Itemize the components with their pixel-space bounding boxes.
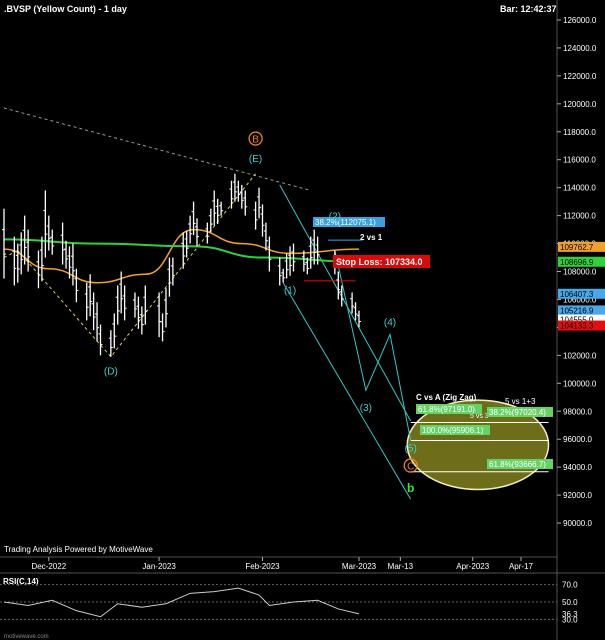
chart-title: .BVSP (Yellow Count) - 1 day [4, 4, 127, 14]
y-tick-label: 120000.0 [563, 100, 597, 109]
x-tick-label: Apr-2023 [456, 562, 489, 571]
credit-text: Trading Analysis Powered by MotiveWave [4, 545, 153, 554]
y-tick-label: 112000.0 [563, 212, 596, 221]
price-tag-label: 105216.9 [560, 306, 594, 315]
rsi-level-label: 50.0 [562, 598, 578, 607]
y-tick-label: 114000.0 [563, 184, 596, 193]
wave-label: C [407, 462, 414, 473]
fib-382b-tag: 38.2%(97020.4) [489, 408, 546, 417]
fib-618a-tag: 61.8%(97191.0) [418, 405, 475, 414]
y-tick-label: 118000.0 [563, 128, 596, 137]
fib-100-tag: 100.0%(95906.1) [422, 426, 484, 435]
y-tick-label: 98000.0 [563, 407, 592, 416]
fib-382-tag: 38.2%(112075.1) [315, 218, 376, 227]
trading-chart[interactable]: .BVSP (Yellow Count) - 1 day Bar: 12:42:… [0, 0, 605, 640]
wave-label: (5) [405, 443, 417, 454]
y-tick-label: 102000.0 [563, 351, 597, 360]
x-tick-label: Feb-2023 [245, 562, 280, 571]
x-tick-label: Dec-2022 [31, 562, 66, 571]
rsi-level-label: 30.0 [562, 615, 578, 624]
x-tick-label: Mar-2023 [342, 562, 377, 571]
wave-label: (D) [104, 367, 118, 378]
price-tag-label: 104133.3 [560, 322, 594, 331]
site-watermark: motivewave.com [4, 634, 49, 640]
five-vs-13-label: 5 vs 1+3 [505, 397, 536, 406]
y-tick-label: 108000.0 [563, 268, 597, 277]
x-tick-label: Apr-17 [509, 562, 534, 571]
chart-background [0, 0, 605, 640]
rsi-level-label: 70.0 [562, 581, 578, 590]
y-tick-label: 100000.0 [563, 379, 597, 388]
wave-label: (1) [284, 285, 296, 296]
y-tick-label: 116000.0 [563, 156, 596, 165]
wave-label: b [407, 481, 414, 495]
two-vs-one-label: 2 vs 1 [360, 233, 383, 242]
x-tick-label: Mar-13 [388, 562, 414, 571]
y-tick-label: 90000.0 [563, 519, 592, 528]
y-tick-label: 126000.0 [563, 16, 597, 25]
x-tick-label: Jan-2023 [142, 562, 176, 571]
wave-label: B [252, 135, 259, 146]
fib-618c-tag: 61.8%(93666.7) [489, 460, 546, 469]
price-tag-label: 108696.9 [560, 258, 594, 267]
y-tick-label: 94000.0 [563, 463, 592, 472]
wave-label: (2) [329, 211, 341, 222]
y-tick-label: 122000.0 [563, 72, 597, 81]
bar-time: Bar: 12:42:37 [500, 4, 557, 14]
wave-label: (3) [360, 403, 372, 414]
y-tick-label: 96000.0 [563, 435, 592, 444]
wave-label: (E) [249, 154, 262, 165]
wave-label: (4) [384, 318, 396, 329]
price-tag-label: 106407.3 [560, 290, 594, 299]
price-tag-label: 109762.7 [560, 243, 594, 252]
y-tick-label: 92000.0 [563, 491, 592, 500]
five-vs-3-label: 5 vs 3 [470, 413, 489, 420]
c-vs-a-label: C vs A (Zig Zag) [416, 393, 477, 402]
y-tick-label: 124000.0 [563, 44, 597, 53]
stop-loss-label: Stop Loss: 107334.0 [336, 257, 423, 267]
